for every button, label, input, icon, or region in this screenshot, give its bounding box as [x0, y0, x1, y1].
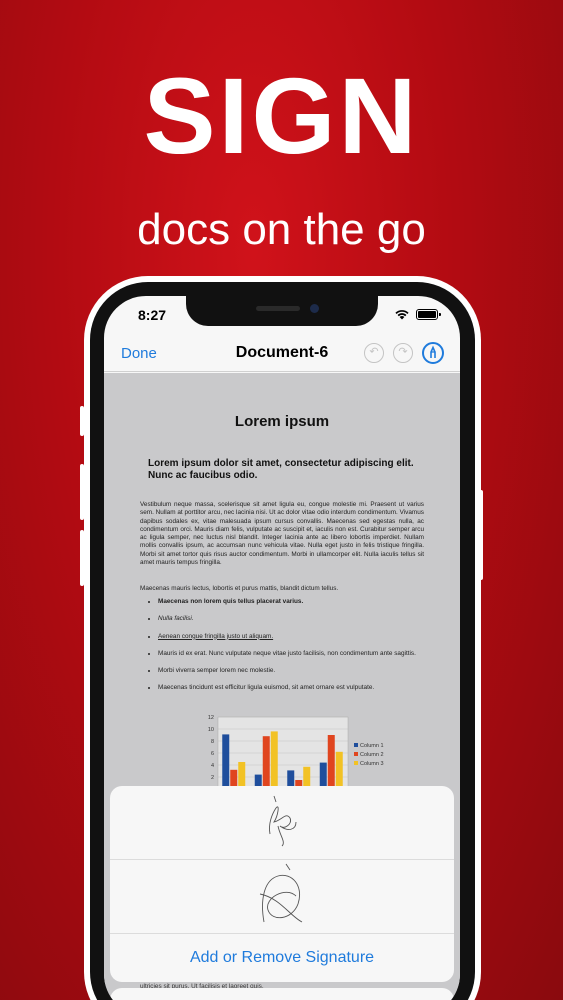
- y-tick-label: 8: [211, 739, 214, 745]
- battery-icon: [416, 308, 441, 320]
- phone-volume-down-button: [80, 530, 84, 586]
- cancel-sheet[interactable]: [110, 988, 454, 1000]
- doc-paragraph-2: Maecenas mauris lectus, lobortis et puru…: [140, 585, 339, 592]
- y-tick-label: 2: [211, 775, 214, 781]
- signature-2-icon: [259, 863, 303, 923]
- legend-label: Column 3: [360, 761, 384, 767]
- redo-icon[interactable]: ↷: [393, 343, 413, 363]
- signature-sheet: Add or Remove Signature: [110, 786, 454, 982]
- list-item: Nulla facilisi.: [158, 615, 424, 623]
- chart-bar: [327, 735, 335, 789]
- y-tick-label: 10: [208, 727, 214, 733]
- list-item: Maecenas tincidunt est efficitur ligula …: [158, 684, 424, 692]
- chart-bar: [222, 734, 230, 789]
- legend-swatch: [354, 743, 358, 747]
- phone-volume-up-button: [80, 464, 84, 520]
- notch: [186, 296, 378, 326]
- status-time: 8:27: [138, 307, 167, 323]
- signature-1-icon: [269, 795, 297, 847]
- legend-swatch: [354, 761, 358, 765]
- legend-swatch: [354, 752, 358, 756]
- markup-pen-icon[interactable]: [422, 342, 444, 364]
- doc-heading: Lorem ipsum dolor sit amet, consectetur …: [148, 458, 414, 481]
- status-indicators: [394, 308, 441, 320]
- chart-bar: [335, 751, 343, 789]
- wifi-icon: [395, 310, 409, 320]
- headline: SIGN: [143, 55, 420, 176]
- phone-mute-button: [80, 406, 84, 436]
- phone-power-button: [479, 490, 483, 580]
- y-tick-label: 4: [211, 763, 214, 769]
- phone-screen: 8:27 Done Document-6 ↶ ↷ Lorem ipsum Lor…: [104, 296, 460, 1000]
- nav-bar: Done Document-6 ↶ ↷: [104, 336, 460, 372]
- list-item: Mauris id ex erat. Nunc vulputate neque …: [158, 650, 424, 658]
- doc-paragraph-1: Vestibulum neque massa, scelerisque sit …: [140, 501, 424, 567]
- signature-slot-2[interactable]: [110, 860, 454, 934]
- camera: [310, 304, 319, 313]
- y-tick-label: 6: [211, 751, 214, 757]
- list-item: Aenean congue fringilla justo ut aliquam…: [158, 633, 424, 641]
- doc-title: Lorem ipsum: [234, 413, 330, 430]
- add-remove-signature-button[interactable]: Add or Remove Signature: [110, 934, 454, 982]
- speaker: [256, 306, 300, 311]
- doc-bullet-list: Maecenas non lorem quis tellus placerat …: [144, 598, 424, 702]
- chart-bar: [238, 762, 246, 789]
- y-tick-label: 12: [208, 715, 214, 721]
- signature-slot-1[interactable]: [110, 786, 454, 860]
- undo-icon[interactable]: ↶: [364, 343, 384, 363]
- bar-chart: 12 10 8 6 4 2 Column 1 Column 2 Column 3: [208, 715, 384, 790]
- chart-bar: [262, 736, 270, 789]
- chart-bar: [270, 731, 278, 789]
- subline: docs on the go: [137, 205, 426, 254]
- list-item: Morbi viverra semper lorem nec molestie.: [158, 667, 424, 675]
- list-item: Maecenas non lorem quis tellus placerat …: [158, 598, 424, 606]
- legend-label: Column 2: [360, 752, 384, 758]
- legend-label: Column 1: [360, 743, 384, 749]
